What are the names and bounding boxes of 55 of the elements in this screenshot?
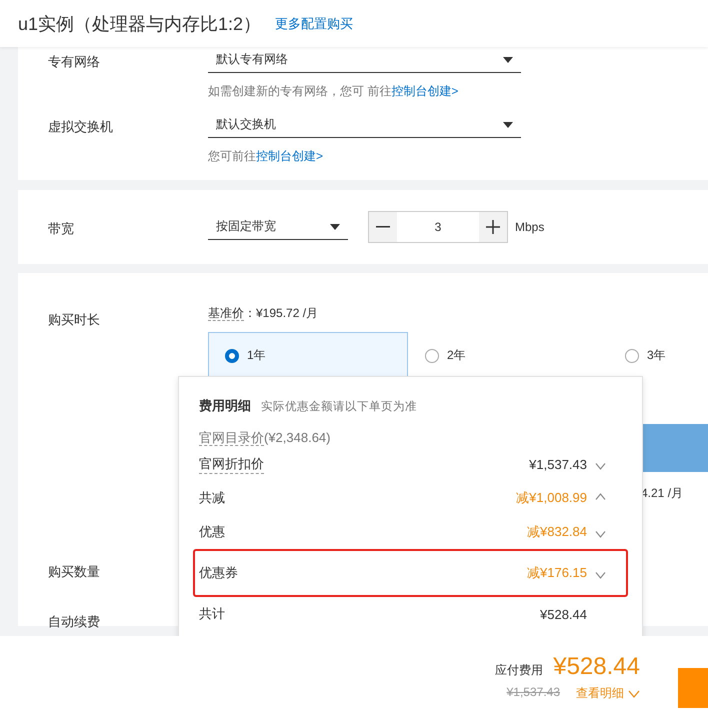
field-label: 专有网络: [48, 53, 101, 71]
cost-amount: 减¥832.84: [527, 523, 587, 541]
option-panel: [643, 424, 708, 472]
popup-title: 费用明细: [199, 397, 251, 415]
plus-button[interactable]: [479, 212, 507, 242]
console-link[interactable]: 控制台创建>: [391, 84, 458, 98]
cost-amount: 减¥1,008.99: [516, 489, 587, 507]
hint-text: 如需创建新的专有网络，您可 前往控制台创建>: [208, 83, 460, 100]
payable-amount: ¥528.44: [553, 653, 640, 681]
base-price: ：¥195.72 /月: [244, 306, 318, 320]
duration-option[interactable]: 3年: [608, 332, 708, 379]
plus-icon: [486, 220, 500, 234]
base-price-label: 基准价: [208, 306, 244, 321]
cost-amount: 减¥176.15: [527, 564, 587, 582]
caret-icon: [503, 122, 513, 128]
cost-label: 共减: [199, 489, 225, 507]
chevron-down-icon: [628, 690, 640, 698]
chevron-down-icon[interactable]: [595, 572, 606, 578]
minus-icon: [376, 226, 390, 228]
cost-amount: ¥1,537.43: [529, 456, 587, 472]
page-title: u1实例（处理器与内存比1:2）: [18, 12, 262, 36]
radio-button[interactable]: [625, 348, 639, 362]
radio-button[interactable]: [425, 348, 439, 362]
chevron-down-icon[interactable]: [595, 530, 606, 538]
payable-label: 应付费用: [495, 662, 544, 678]
console-link[interactable]: 控制台创建>: [256, 149, 324, 163]
bandwidth-value[interactable]: 3: [397, 212, 479, 242]
original-price: ¥1,537.43: [506, 685, 560, 701]
field-label: 虚拟交换机: [48, 118, 114, 136]
unit-text: Mbps: [515, 220, 544, 234]
list-price: (¥2,348.64): [264, 430, 330, 445]
duration-option[interactable]: 2年: [408, 332, 608, 379]
cost-label: 优惠: [199, 523, 225, 541]
cost-label: 共计: [199, 605, 225, 623]
field-label: 购买时长: [48, 311, 101, 329]
cost-label: 官网折扣价: [199, 454, 264, 474]
cost-label: 优惠券: [199, 564, 238, 582]
cost-amount: ¥528.44: [540, 606, 587, 622]
chevron-up-icon[interactable]: [595, 492, 606, 500]
dropdown-field[interactable]: 按固定带宽: [208, 214, 348, 240]
field-label: 购买数量: [48, 563, 100, 581]
radio-button[interactable]: [225, 348, 239, 362]
dropdown-field[interactable]: 默认专有网络: [208, 47, 521, 73]
field-label: 带宽: [48, 220, 75, 238]
hint-text: 您可前往控制台创建>: [208, 148, 324, 165]
more-config-link[interactable]: 更多配置购买: [275, 14, 354, 32]
popup-note: 实际优惠金额请以下单页为准: [261, 399, 417, 414]
caret-icon: [330, 224, 340, 230]
dropdown-field[interactable]: 默认交换机: [208, 112, 521, 138]
list-price-label: 官网目录价: [199, 430, 264, 446]
duration-option[interactable]: 1年: [208, 332, 408, 379]
caret-icon: [503, 56, 513, 62]
chevron-down-icon[interactable]: [595, 462, 606, 470]
minus-button[interactable]: [369, 212, 397, 242]
field-label: 自动续费: [48, 613, 100, 631]
